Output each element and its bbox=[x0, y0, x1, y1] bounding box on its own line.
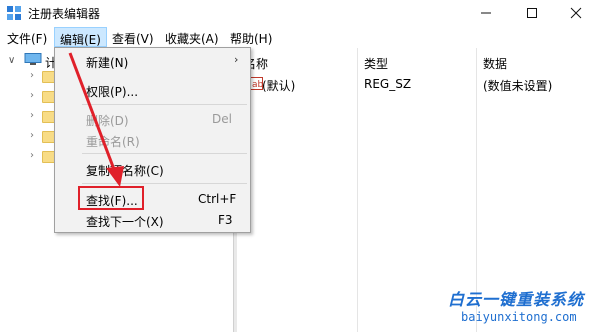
value-type-cell: REG_SZ bbox=[364, 77, 412, 91]
menu-item-copy-key-name[interactable]: 复制项名称(C) bbox=[86, 162, 164, 179]
watermark-text: 白云一键重装系统 bbox=[448, 290, 585, 309]
menu-separator bbox=[82, 104, 247, 105]
close-button[interactable] bbox=[553, 0, 597, 26]
menu-item-permissions[interactable]: 权限(P)... bbox=[86, 83, 138, 100]
column-header-type[interactable]: 类型 bbox=[364, 55, 388, 72]
submenu-arrow-icon: › bbox=[234, 53, 239, 66]
chevron-right-icon[interactable]: › bbox=[30, 110, 34, 121]
column-divider[interactable] bbox=[357, 48, 358, 332]
minimize-icon bbox=[481, 12, 491, 14]
menu-item-new[interactable]: 新建(N) bbox=[86, 54, 128, 71]
menu-favorites[interactable]: 收藏夹(A) bbox=[165, 30, 219, 47]
menu-separator bbox=[82, 183, 247, 184]
menu-item-find-next[interactable]: 查找下一个(X) bbox=[86, 213, 164, 230]
watermark-url: baiyunxitong.com bbox=[461, 310, 577, 324]
menu-shortcut-find: Ctrl+F bbox=[198, 192, 237, 206]
minimize-button[interactable] bbox=[463, 0, 509, 26]
chevron-right-icon[interactable]: › bbox=[30, 70, 34, 81]
expand-chevron-icon[interactable]: ∨ bbox=[8, 55, 15, 66]
regedit-icon bbox=[7, 6, 21, 20]
value-data-cell: (数值未设置) bbox=[483, 79, 553, 93]
maximize-icon bbox=[527, 8, 537, 18]
menu-file[interactable]: 文件(F) bbox=[7, 30, 47, 47]
computer-icon bbox=[24, 53, 42, 65]
list-header bbox=[237, 48, 597, 72]
value-name-cell[interactable]: (默认) bbox=[262, 77, 295, 94]
menu-view[interactable]: 查看(V) bbox=[112, 30, 154, 47]
menu-item-rename: 重命名(R) bbox=[86, 135, 140, 149]
menu-separator bbox=[82, 153, 247, 154]
maximize-button[interactable] bbox=[509, 0, 555, 26]
chevron-right-icon[interactable]: › bbox=[30, 90, 34, 101]
menu-edit[interactable]: 编辑(E) bbox=[54, 27, 107, 47]
close-icon bbox=[570, 7, 582, 19]
chevron-right-icon[interactable]: › bbox=[30, 150, 34, 161]
window-title: 注册表编辑器 bbox=[28, 7, 101, 21]
menu-help[interactable]: 帮助(H) bbox=[230, 30, 272, 47]
column-header-data[interactable]: 数据 bbox=[483, 55, 507, 72]
chevron-right-icon[interactable]: › bbox=[30, 130, 34, 141]
menu-shortcut-find-next: F3 bbox=[218, 213, 233, 227]
find-highlight-box bbox=[78, 186, 144, 210]
menu-shortcut-delete: Del bbox=[212, 112, 232, 126]
menu-item-delete: 删除(D) bbox=[86, 114, 129, 128]
